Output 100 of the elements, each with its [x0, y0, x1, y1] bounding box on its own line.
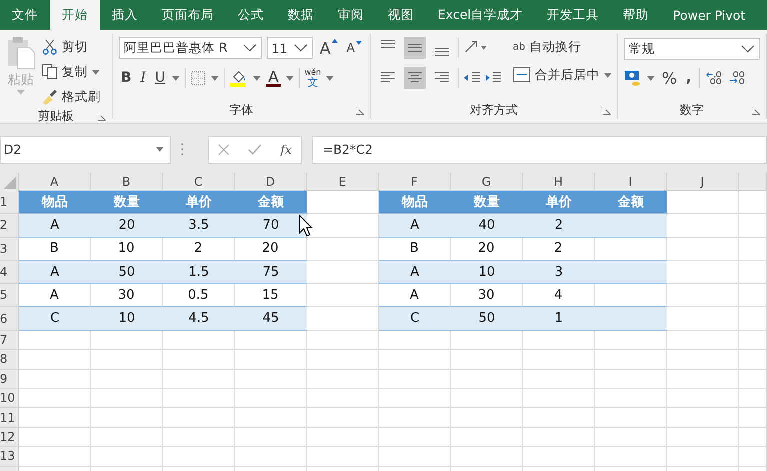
ribbon-tab[interactable]: 公式 [226, 0, 276, 30]
phonetic-button[interactable]: wén 文 [304, 68, 322, 88]
vertical-align-button[interactable] [404, 37, 426, 59]
table-cell [91, 330, 163, 350]
table-cell [667, 284, 739, 308]
ribbon-tab[interactable]: 审阅 [326, 0, 376, 30]
fill-color-icon[interactable] [230, 69, 248, 87]
currency-icon[interactable] [624, 69, 642, 87]
table-cell [235, 370, 307, 389]
number-format-dropdown[interactable]: 常规 [624, 38, 760, 60]
cut-button[interactable]: 剪切 [42, 36, 101, 58]
table-cell [163, 428, 235, 448]
percent-button[interactable]: % [660, 68, 680, 88]
table-cell [307, 350, 379, 370]
row-header[interactable]: 2 [0, 214, 19, 238]
row-header[interactable]: 6 [0, 307, 19, 331]
row-header[interactable]: 10 [0, 388, 19, 408]
ribbon-tab[interactable]: 文件 [0, 0, 50, 30]
dialog-launcher-icon[interactable] [752, 107, 760, 115]
bold-button[interactable]: B [119, 70, 134, 86]
row-header[interactable]: 3 [0, 238, 19, 261]
ribbon-tab[interactable]: 帮助 [611, 0, 662, 30]
font-color-button[interactable]: A [266, 70, 281, 86]
name-box[interactable]: D2 [0, 136, 171, 164]
increase-indent-icon[interactable] [485, 71, 501, 85]
ribbon-tab[interactable]: 数据 [276, 0, 326, 30]
table-cell [595, 214, 667, 238]
table-cell: 70 [235, 214, 307, 238]
row-header[interactable]: 8 [0, 350, 19, 370]
table-cell [739, 284, 767, 308]
table-cell [595, 260, 667, 284]
caret-icon[interactable] [211, 76, 220, 80]
ribbon-tab[interactable]: 页面布局 [150, 0, 226, 30]
row-header[interactable]: 11 [0, 408, 19, 428]
ribbon-tab[interactable]: 开发工具 [535, 0, 612, 30]
merge-center-button[interactable]: 合并后居中 [513, 64, 612, 86]
shrink-font-button[interactable]: A [344, 41, 364, 55]
font-size-dropdown[interactable]: 11 [266, 37, 313, 59]
caret-icon[interactable] [326, 76, 334, 80]
dialog-launcher-icon[interactable] [98, 113, 106, 121]
row-header[interactable]: 5 [0, 284, 19, 308]
table-cell [667, 428, 739, 448]
ribbon-tab[interactable]: 插入 [100, 0, 150, 30]
column-header[interactable]: E [307, 173, 379, 191]
table-cell [451, 408, 523, 428]
ribbon-tab[interactable]: 视图 [376, 0, 426, 30]
wrap-text-button[interactable]: ab 自动换行 [513, 36, 612, 58]
format-painter-button[interactable]: 格式刷 [42, 86, 101, 108]
caret-icon[interactable] [172, 76, 180, 80]
horizontal-align-button[interactable] [404, 67, 426, 89]
table-cell [595, 330, 667, 350]
dialog-launcher-icon[interactable] [356, 107, 364, 115]
insert-function-button[interactable]: fx [280, 142, 292, 156]
table-cell [667, 238, 739, 261]
formula-input[interactable]: =B2*C2 [312, 136, 767, 164]
row-header[interactable]: 7 [0, 330, 19, 350]
column-header[interactable]: J [667, 173, 739, 191]
table-cell [595, 350, 667, 370]
font-name-dropdown[interactable]: 阿里巴巴普惠体 R [119, 37, 262, 59]
borders-icon[interactable] [191, 70, 206, 86]
row-header[interactable]: 12 [0, 428, 19, 448]
ribbon-tab[interactable]: 开始 [50, 0, 100, 30]
drag-handle-icon[interactable] [181, 143, 184, 156]
chevron-down-icon [741, 45, 755, 53]
row-header[interactable]: 1 [0, 191, 19, 214]
cancel-icon[interactable] [218, 144, 230, 156]
caret-icon[interactable] [286, 76, 294, 80]
ribbon-tab[interactable]: Power Pivot [661, 0, 758, 30]
caret-icon[interactable] [253, 76, 262, 80]
table-cell [451, 388, 523, 408]
comma-button[interactable]: , [684, 70, 694, 86]
row-header[interactable]: 13 [0, 447, 19, 467]
ribbon-tab[interactable]: Excel自学成才 [426, 0, 536, 30]
table-cell: C [19, 307, 91, 331]
caret-icon[interactable] [647, 76, 655, 80]
table-cell [307, 428, 379, 448]
table-cell: 10 [451, 260, 523, 284]
table-cell [739, 447, 767, 467]
chevron-down-icon [294, 44, 308, 52]
table-cell: 4.5 [163, 307, 235, 331]
increase-decimal-icon[interactable] [704, 70, 723, 86]
row-header[interactable]: 4 [0, 260, 19, 284]
table-cell [451, 350, 523, 370]
row-header[interactable]: 9 [0, 370, 19, 389]
decrease-indent-icon[interactable] [464, 71, 480, 85]
table-cell: 50 [451, 307, 523, 331]
table-cell [595, 238, 667, 261]
table-cell [19, 370, 91, 389]
check-icon[interactable] [248, 144, 262, 156]
table-cell [19, 350, 91, 370]
table-cell [307, 388, 379, 408]
decrease-decimal-icon[interactable] [728, 70, 746, 86]
table-cell [379, 408, 451, 428]
dialog-launcher-icon[interactable] [603, 107, 611, 115]
copy-button[interactable]: 复制 [42, 61, 101, 83]
table-cell [163, 408, 235, 428]
grow-font-button[interactable]: A [318, 38, 340, 58]
italic-button[interactable]: I [138, 70, 148, 86]
underline-button[interactable]: U [153, 70, 168, 86]
table-cell [451, 447, 523, 467]
